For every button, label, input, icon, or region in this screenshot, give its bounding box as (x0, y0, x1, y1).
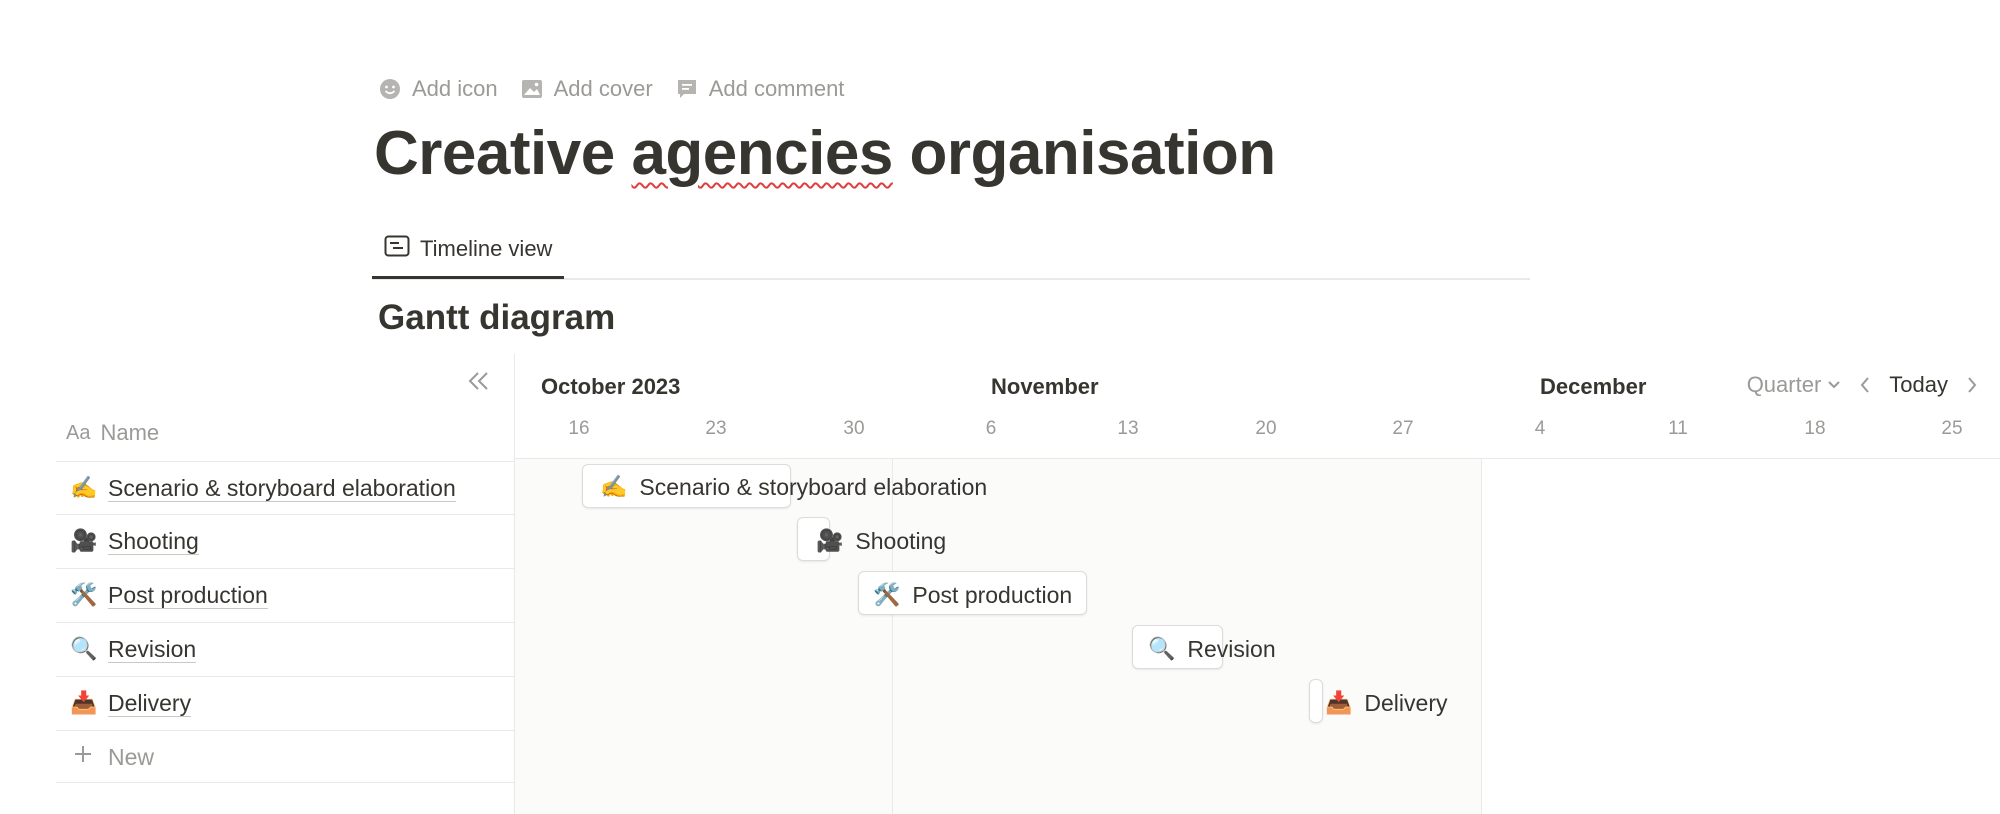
day-label: 30 (843, 418, 865, 439)
tools-icon: 🛠️ (70, 582, 98, 607)
table-row[interactable]: 🛠️ Post production (56, 568, 514, 621)
chevron-right-icon (1968, 377, 1977, 393)
new-row-label: New (108, 744, 155, 770)
today-button[interactable]: Today (1889, 372, 1948, 398)
month-label: November (991, 374, 1099, 399)
task-bar-label[interactable]: ✍️ Scenario & storyboard elaboration (600, 467, 987, 507)
tab-label: Timeline view (420, 236, 553, 261)
page-title-misspelled-word: agencies (631, 119, 893, 188)
day-label: 13 (1117, 418, 1139, 439)
double-chevron-left-icon (468, 372, 488, 390)
chevron-down-icon (1828, 381, 1840, 389)
task-bar-label[interactable]: 📥 Delivery (1325, 683, 1447, 723)
day-label: 20 (1255, 418, 1277, 439)
image-icon (520, 77, 544, 101)
smile-icon (378, 77, 402, 101)
table-row[interactable]: 🔍 Revision (56, 622, 514, 675)
task-title: Delivery (1364, 689, 1448, 716)
plus-icon (70, 744, 96, 770)
magnifying-glass-icon: 🔍 (1148, 636, 1176, 661)
next-button[interactable] (1966, 376, 1978, 394)
writing-hand-icon: ✍️ (70, 475, 98, 500)
row-title: Scenario & storyboard elaboration (108, 474, 456, 502)
name-column-header[interactable]: Aa Name (66, 420, 159, 446)
row-title: Delivery (108, 689, 192, 717)
tools-icon: 🛠️ (873, 582, 901, 607)
row-title: Shooting (108, 527, 199, 555)
task-bar-label[interactable]: 🔍 Revision (1148, 629, 1276, 669)
table-row[interactable]: 📥 Delivery (56, 676, 514, 729)
movie-camera-icon: 🎥 (70, 528, 98, 553)
month-divider (892, 459, 893, 814)
writing-hand-icon: ✍️ (600, 474, 628, 499)
task-bar-label[interactable]: 🎥 Shooting (816, 521, 946, 561)
day-label: 18 (1804, 418, 1826, 439)
page-title-part: Creative (374, 119, 632, 188)
inbox-tray-icon: 📥 (70, 690, 98, 715)
database-title[interactable]: Gantt diagram (378, 298, 615, 338)
add-comment-label: Add comment (708, 76, 845, 101)
row-title: Post production (108, 581, 268, 609)
month-divider (1481, 459, 1482, 814)
chevron-left-icon (1860, 377, 1870, 393)
timeline-past-area (515, 459, 1481, 814)
add-comment-button[interactable]: Add comment (675, 76, 845, 102)
movie-camera-icon: 🎥 (816, 528, 844, 553)
task-bar[interactable] (1309, 679, 1323, 723)
text-property-icon: Aa (66, 421, 91, 444)
task-title: Post production (912, 581, 1073, 608)
new-row-button[interactable]: New (56, 730, 514, 783)
table-row[interactable]: 🎥 Shooting (56, 514, 514, 567)
inbox-tray-icon: 📥 (1325, 690, 1353, 715)
table-bottom-divider (56, 782, 514, 783)
today-label: Today (1889, 372, 1948, 397)
day-label: 25 (1941, 418, 1963, 439)
day-label: 23 (705, 418, 727, 439)
comment-icon (675, 77, 699, 101)
page-title-part: organisation (892, 119, 1277, 188)
collapse-table-button[interactable] (466, 370, 492, 394)
day-label: 6 (985, 418, 997, 439)
task-title: Revision (1187, 635, 1276, 662)
day-label: 4 (1534, 418, 1546, 439)
timeline-header-divider (515, 458, 2000, 459)
task-title: Scenario & storyboard elaboration (639, 473, 988, 500)
magnifying-glass-icon: 🔍 (70, 636, 98, 661)
period-label: Quarter (1746, 372, 1822, 397)
row-title: Revision (108, 635, 197, 663)
task-bar-label[interactable]: 🛠️ Post production (873, 575, 1072, 615)
timeline-icon (384, 235, 410, 263)
period-select[interactable]: Quarter (1747, 372, 1842, 398)
day-label: 11 (1668, 418, 1688, 439)
name-column-label: Name (100, 420, 160, 445)
timeline-panel[interactable]: October 2023 November December 16 23 30 … (514, 354, 2000, 814)
add-cover-button[interactable]: Add cover (520, 76, 653, 102)
month-label: December (1540, 374, 1647, 399)
add-cover-label: Add cover (553, 76, 653, 101)
view-tabs: Timeline view (372, 222, 1530, 280)
tab-timeline-view[interactable]: Timeline view (372, 222, 565, 279)
add-icon-button[interactable]: Add icon (378, 76, 498, 102)
task-title: Shooting (855, 527, 947, 554)
page-actions: Add icon Add cover Add comment (378, 76, 844, 102)
day-label: 27 (1392, 418, 1414, 439)
table-row[interactable]: ✍️ Scenario & storyboard elaboration (56, 461, 514, 514)
page-title[interactable]: Creative agencies organisation (374, 118, 1276, 189)
previous-button[interactable] (1859, 376, 1871, 394)
month-label: October 2023 (541, 374, 681, 399)
timeline-controls: Quarter Today (1747, 372, 1978, 398)
add-icon-label: Add icon (412, 76, 498, 101)
day-label: 16 (568, 418, 590, 439)
